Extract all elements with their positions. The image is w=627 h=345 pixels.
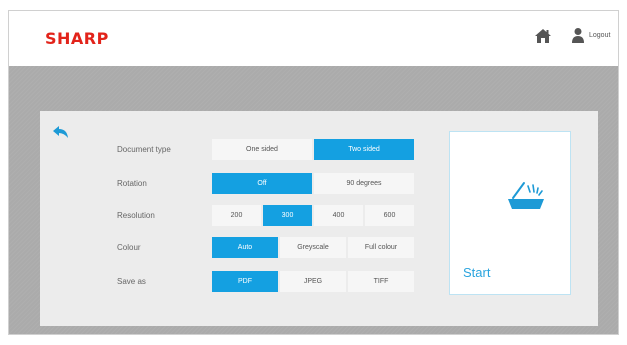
document-type-label: Document type: [117, 145, 171, 154]
header-bar: SHARP Logout: [9, 11, 618, 66]
save-as-option-pdf[interactable]: PDF: [212, 271, 278, 292]
user-icon[interactable]: [571, 27, 585, 44]
scan-settings-panel: Document type One sided Two sided Rotati…: [40, 111, 598, 326]
logout-link[interactable]: Logout: [589, 32, 610, 39]
start-button[interactable]: Start: [449, 131, 571, 295]
colour-option-full-colour[interactable]: Full colour: [348, 237, 414, 258]
resolution-label: Resolution: [117, 211, 155, 220]
save-as-label: Save as: [117, 277, 146, 286]
sharp-logo: SHARP: [45, 29, 109, 48]
resolution-option-600[interactable]: 600: [365, 205, 414, 226]
save-as-option-jpeg[interactable]: JPEG: [280, 271, 346, 292]
rotation-label: Rotation: [117, 179, 147, 188]
colour-option-greyscale[interactable]: Greyscale: [280, 237, 346, 258]
scanner-icon: [508, 182, 544, 209]
app-window: SHARP Logout Document type One sided Two…: [8, 10, 619, 335]
home-icon[interactable]: [534, 28, 552, 44]
resolution-option-300[interactable]: 300: [263, 205, 312, 226]
back-arrow-icon[interactable]: [52, 125, 70, 139]
start-label: Start: [463, 265, 491, 280]
resolution-option-200[interactable]: 200: [212, 205, 261, 226]
document-type-option-one-sided[interactable]: One sided: [212, 139, 312, 160]
rotation-option-90-degrees[interactable]: 90 degrees: [314, 173, 414, 194]
colour-option-auto[interactable]: Auto: [212, 237, 278, 258]
main-stage: Document type One sided Two sided Rotati…: [9, 66, 618, 334]
colour-label: Colour: [117, 243, 141, 252]
resolution-option-400[interactable]: 400: [314, 205, 363, 226]
document-type-option-two-sided[interactable]: Two sided: [314, 139, 414, 160]
save-as-option-tiff[interactable]: TIFF: [348, 271, 414, 292]
rotation-option-off[interactable]: Off: [212, 173, 312, 194]
